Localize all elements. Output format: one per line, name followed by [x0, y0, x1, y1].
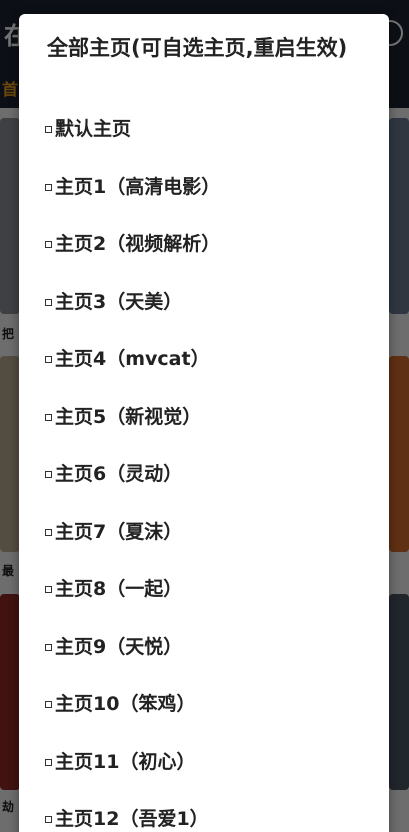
- option-label: 主页5（新视觉）: [55, 405, 202, 428]
- home-page-options-list: 默认主页 主页1（高清电影） 主页2（视频解析） 主页3（天美） 主页4（mvc…: [45, 115, 375, 832]
- option-label: 主页1（高清电影）: [55, 175, 221, 198]
- square-bullet-icon: [45, 413, 52, 421]
- option-home-4[interactable]: 主页4（mvcat）: [45, 345, 375, 403]
- square-bullet-icon: [45, 241, 52, 248]
- option-home-5[interactable]: 主页5（新视觉）: [45, 403, 375, 461]
- square-bullet-icon: [45, 586, 52, 593]
- square-bullet-icon: [45, 701, 52, 708]
- dialog-title: 全部主页(可自选主页,重启生效): [47, 36, 348, 60]
- option-home-12[interactable]: 主页12（吾爱1）: [45, 805, 375, 832]
- option-home-6[interactable]: 主页6（灵动）: [45, 460, 375, 518]
- option-home-8[interactable]: 主页8（一起）: [45, 575, 375, 633]
- option-label: 主页2（视频解析）: [55, 233, 221, 255]
- square-bullet-icon: [45, 758, 52, 766]
- option-label: 主页8（一起）: [55, 578, 183, 600]
- option-default-home[interactable]: 默认主页: [45, 115, 375, 173]
- option-label: 主页6（灵动）: [55, 463, 183, 485]
- square-bullet-icon: [45, 356, 52, 363]
- option-label: 主页3（天美）: [55, 290, 183, 313]
- square-bullet-icon: [45, 816, 52, 823]
- square-bullet-icon: [45, 528, 52, 536]
- option-home-9[interactable]: 主页9（天悦）: [45, 633, 375, 691]
- option-home-7[interactable]: 主页7（夏沫）: [45, 518, 375, 576]
- option-home-2[interactable]: 主页2（视频解析）: [45, 230, 375, 288]
- square-bullet-icon: [45, 471, 52, 478]
- option-label: 主页10（笨鸡）: [55, 693, 196, 715]
- option-label: 主页12（吾爱1）: [55, 808, 209, 830]
- option-home-11[interactable]: 主页11（初心）: [45, 748, 375, 806]
- square-bullet-icon: [45, 183, 52, 191]
- home-page-selector-dialog: 全部主页(可自选主页,重启生效) 默认主页 主页1（高清电影） 主页2（视频解析…: [19, 14, 389, 832]
- option-label: 主页9（天悦）: [55, 635, 183, 658]
- option-home-3[interactable]: 主页3（天美）: [45, 288, 375, 346]
- option-home-10[interactable]: 主页10（笨鸡）: [45, 690, 375, 748]
- option-label: 主页11（初心）: [55, 750, 196, 773]
- option-home-1[interactable]: 主页1（高清电影）: [45, 173, 375, 231]
- option-label: 默认主页: [55, 118, 132, 140]
- square-bullet-icon: [45, 643, 52, 651]
- square-bullet-icon: [45, 126, 52, 133]
- option-label: 主页4（mvcat）: [55, 348, 210, 370]
- square-bullet-icon: [45, 298, 52, 306]
- option-label: 主页7（夏沫）: [55, 520, 183, 543]
